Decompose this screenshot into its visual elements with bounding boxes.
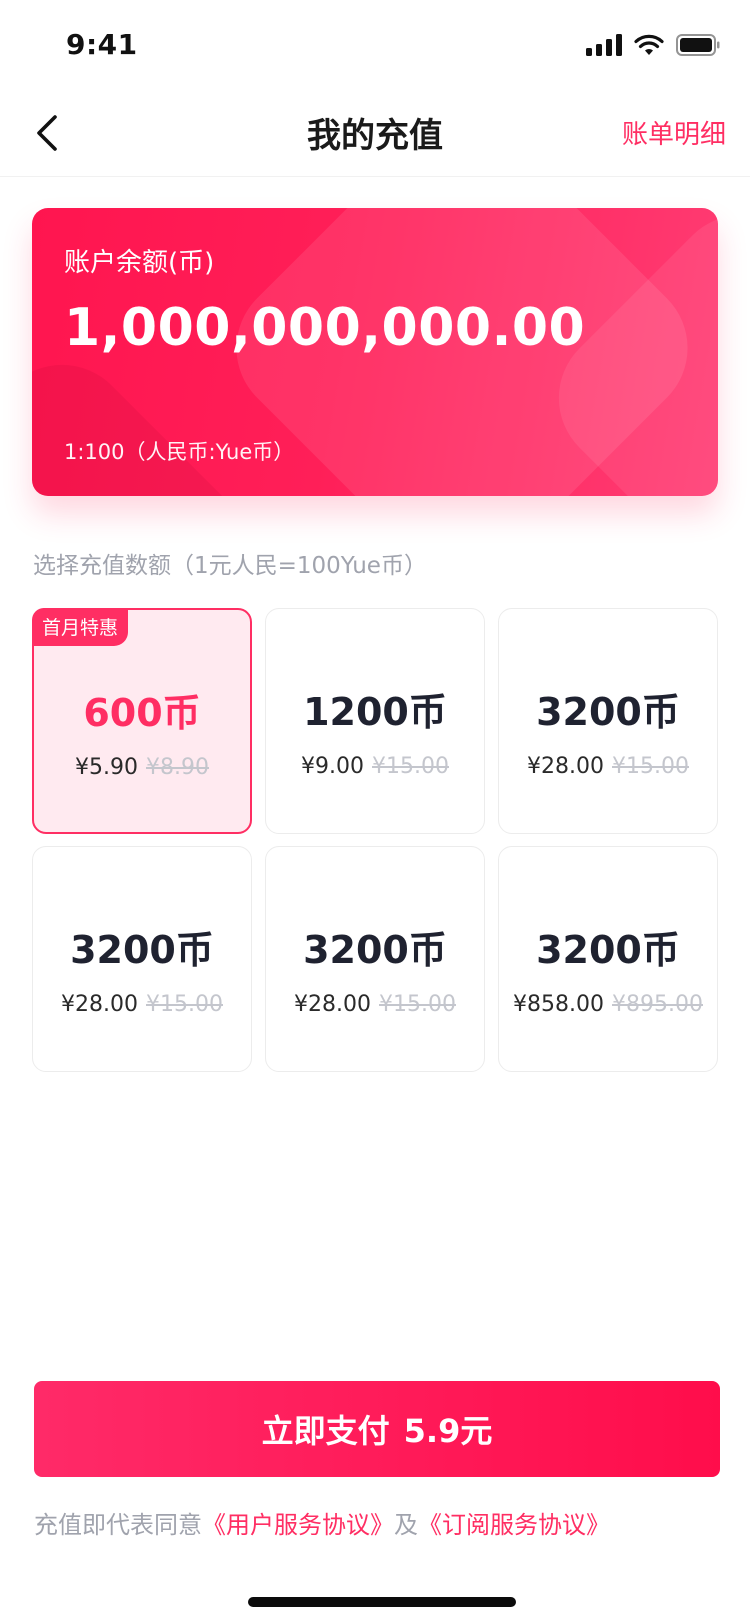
battery-icon bbox=[676, 34, 720, 56]
promo-tag: 首月特惠 bbox=[32, 608, 129, 646]
status-icons bbox=[586, 34, 720, 56]
original-price: ¥15.00 bbox=[146, 992, 223, 1017]
price-row: ¥28.00 ¥15.00 bbox=[61, 992, 223, 1017]
price-row: ¥5.90 ¥8.90 bbox=[75, 755, 209, 780]
recharge-option[interactable]: 3200币 ¥858.00 ¥895.00 bbox=[498, 846, 718, 1072]
recharge-options-grid: 首月特惠 600币 ¥5.90 ¥8.90 1200币 ¥9.00 ¥15.00 3… bbox=[32, 608, 718, 1072]
subscription-agreement-link[interactable]: 《订阅服务协议》 bbox=[418, 1511, 610, 1539]
price-row: ¥28.00 ¥15.00 bbox=[527, 754, 689, 779]
pay-button-label: 立即支付 bbox=[261, 1412, 390, 1450]
price-row: ¥28.00 ¥15.00 bbox=[294, 992, 456, 1017]
coin-amount: 3200币 bbox=[536, 690, 680, 734]
pay-now-button[interactable]: 立即支付 5.9元 bbox=[34, 1381, 720, 1477]
navigation-bar: 我的充值 账单明细 bbox=[0, 88, 750, 177]
original-price: ¥8.90 bbox=[146, 755, 209, 780]
agreement-prefix: 充值即代表同意 bbox=[34, 1511, 202, 1539]
pay-button-amount: 5.9元 bbox=[403, 1412, 493, 1450]
price: ¥5.90 bbox=[75, 755, 138, 780]
section-label: 选择充值数额（1元人民=100Yue币） bbox=[33, 553, 427, 579]
recharge-option[interactable]: 3200币 ¥28.00 ¥15.00 bbox=[265, 846, 485, 1072]
balance-amount: 1,000,000,000.00 bbox=[64, 298, 586, 358]
price: ¥28.00 bbox=[527, 754, 604, 779]
recharge-option[interactable]: 1200币 ¥9.00 ¥15.00 bbox=[265, 608, 485, 834]
price-row: ¥858.00 ¥895.00 bbox=[513, 992, 703, 1017]
balance-card: 账户余额(币) 1,000,000,000.00 1:100（人民币:Yue币） bbox=[32, 208, 718, 496]
exchange-rate: 1:100（人民币:Yue币） bbox=[64, 440, 295, 464]
status-time: 9:41 bbox=[66, 28, 138, 61]
recharge-option[interactable]: 3200币 ¥28.00 ¥15.00 bbox=[32, 846, 252, 1072]
coin-amount: 3200币 bbox=[303, 928, 447, 972]
status-bar: 9:41 bbox=[0, 0, 750, 88]
user-agreement-link[interactable]: 《用户服务协议》 bbox=[202, 1511, 394, 1539]
coin-amount: 600币 bbox=[83, 691, 201, 735]
price: ¥858.00 bbox=[513, 992, 604, 1017]
original-price: ¥895.00 bbox=[612, 992, 703, 1017]
original-price: ¥15.00 bbox=[372, 754, 449, 779]
coin-amount: 3200币 bbox=[536, 928, 680, 972]
coin-amount: 1200币 bbox=[303, 690, 447, 734]
wifi-icon bbox=[634, 34, 664, 55]
recharge-option[interactable]: 3200币 ¥28.00 ¥15.00 bbox=[498, 608, 718, 834]
agreement-conjunction: 及 bbox=[394, 1511, 418, 1539]
price: ¥28.00 bbox=[61, 992, 138, 1017]
price: ¥9.00 bbox=[301, 754, 364, 779]
original-price: ¥15.00 bbox=[612, 754, 689, 779]
agreement-text: 充值即代表同意《用户服务协议》及《订阅服务协议》 bbox=[34, 1505, 610, 1540]
price-row: ¥9.00 ¥15.00 bbox=[301, 754, 449, 779]
balance-label: 账户余额(币) bbox=[64, 248, 215, 278]
home-indicator bbox=[248, 1597, 516, 1607]
cellular-signal-icon bbox=[586, 34, 622, 56]
price: ¥28.00 bbox=[294, 992, 371, 1017]
original-price: ¥15.00 bbox=[379, 992, 456, 1017]
bill-details-link[interactable]: 账单明细 bbox=[622, 114, 726, 151]
recharge-option[interactable]: 首月特惠 600币 ¥5.90 ¥8.90 bbox=[32, 608, 252, 834]
coin-amount: 3200币 bbox=[70, 928, 214, 972]
